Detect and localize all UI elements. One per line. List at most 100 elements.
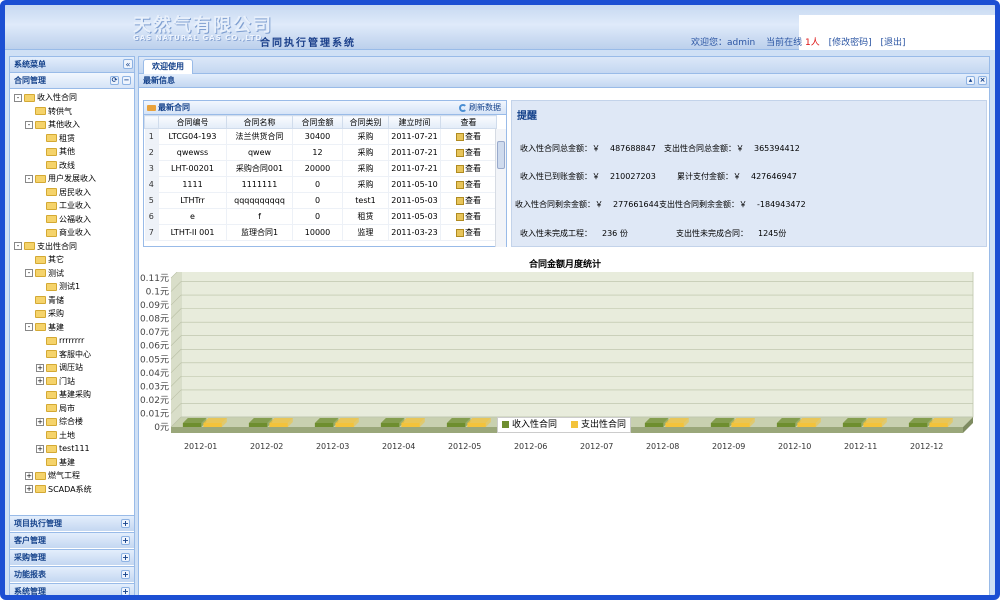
table-cell: f xyxy=(226,208,293,225)
view-link[interactable]: 查看 xyxy=(465,132,481,141)
collapse-sidebar-icon[interactable]: « xyxy=(123,59,133,69)
tree-node[interactable]: - 支出性合同 xyxy=(14,240,134,254)
table-row[interactable]: 5 LTHTrr qqqqqqqqqq 0 test1 2011-05-03 查看 xyxy=(144,192,497,209)
column-header[interactable]: 建立时间 xyxy=(388,115,441,129)
table-cell[interactable]: 查看 xyxy=(440,176,497,193)
expand-node-icon[interactable]: + xyxy=(36,444,44,453)
table-row[interactable]: 7 LTHT-II 001 监理合同1 10000 监理 2011-03-23 查看 xyxy=(144,224,497,241)
tree-node[interactable]: 采购 xyxy=(14,307,134,321)
legend-label[interactable]: 收入性合同 xyxy=(512,420,557,430)
column-header[interactable]: 合同金额 xyxy=(292,115,343,129)
expand-node-icon[interactable]: + xyxy=(36,363,44,372)
collapse-node-icon[interactable]: - xyxy=(25,120,33,129)
view-link[interactable]: 查看 xyxy=(465,180,481,189)
view-link[interactable]: 查看 xyxy=(465,228,481,237)
tree-node[interactable]: 改线 xyxy=(14,159,134,173)
view-link[interactable]: 查看 xyxy=(465,164,481,173)
accordion-item[interactable]: 项目执行管理 + xyxy=(10,515,134,531)
expand-node-icon[interactable]: + xyxy=(25,471,33,480)
tree-node[interactable]: + test111 xyxy=(14,442,134,456)
tree-node[interactable]: 客服中心 xyxy=(14,348,134,362)
expand-node-icon[interactable]: + xyxy=(36,417,44,426)
tree-node[interactable]: 商业收入 xyxy=(14,226,134,240)
logout-link[interactable]: [退出] xyxy=(880,38,905,48)
expand-node-icon[interactable]: + xyxy=(36,377,44,385)
close-icon[interactable]: × xyxy=(978,76,987,85)
tree-node[interactable]: + 门站 xyxy=(14,375,134,389)
scrollbar-thumb[interactable] xyxy=(497,141,505,169)
table-cell[interactable]: 查看 xyxy=(440,128,497,145)
folder-icon xyxy=(35,296,46,304)
reminder-panel: 提醒 收入性合同总金额：￥ 487688847 支出性合同总金额：￥ 36539441… xyxy=(511,100,987,247)
column-header[interactable]: 合同编号 xyxy=(158,115,227,129)
tree-node[interactable]: 工业收入 xyxy=(14,199,134,213)
table-cell[interactable]: 查看 xyxy=(440,224,497,241)
tree-node[interactable]: + 燃气工程 xyxy=(14,469,134,483)
tree-node[interactable]: 土地 xyxy=(14,429,134,443)
folder-icon xyxy=(46,417,57,426)
tree-node[interactable]: 测试1 xyxy=(14,280,134,294)
tree-node[interactable]: 基建采购 xyxy=(14,388,134,402)
tree-node[interactable]: 居民收入 xyxy=(14,186,134,200)
table-cell[interactable]: 查看 xyxy=(440,160,497,177)
view-link[interactable]: 查看 xyxy=(465,212,481,221)
collapse-node-icon[interactable]: - xyxy=(25,174,33,183)
accordion-item[interactable]: 功能报表 + xyxy=(10,566,134,582)
expand-icon[interactable]: + xyxy=(121,587,130,595)
expand-icon[interactable]: + xyxy=(121,570,130,579)
column-header[interactable]: 合同类别 xyxy=(342,115,389,129)
tree-node[interactable]: - 测试 xyxy=(14,267,134,281)
collapse-up-icon[interactable]: ▴ xyxy=(966,76,975,85)
tree-node[interactable]: - 基建 xyxy=(14,321,134,335)
collapse-node-icon[interactable]: - xyxy=(25,323,33,331)
tree-node[interactable]: 租赁 xyxy=(14,132,134,146)
reminder-label: 收入性合同剩余金额：￥ xyxy=(515,200,603,209)
accordion-item[interactable]: 系统管理 + xyxy=(10,583,134,595)
column-header[interactable]: 查看 xyxy=(440,115,497,129)
expand-icon[interactable]: + xyxy=(121,519,130,528)
collapse-node-icon[interactable]: - xyxy=(14,93,22,102)
table-cell: LTHTrr xyxy=(158,192,227,209)
change-password-link[interactable]: [修改密码] xyxy=(829,38,872,48)
table-scrollbar[interactable] xyxy=(495,129,506,247)
tree-node[interactable]: - 收入性合同 xyxy=(14,91,134,105)
tree-node[interactable]: + 调压站 xyxy=(14,361,134,375)
expand-icon[interactable]: + xyxy=(121,553,130,562)
column-header[interactable]: 合同名称 xyxy=(226,115,293,129)
tree-node[interactable]: + SCADA系统 xyxy=(14,483,134,497)
table-row[interactable]: 2 qwewss qwew 12 采购 2011-07-21 查看 xyxy=(144,144,497,161)
reminder-item: 收入性未完成工程： 236 份 xyxy=(520,228,628,239)
tree-node[interactable]: rrrrrrrr xyxy=(14,334,134,348)
table-cell[interactable]: 查看 xyxy=(440,144,497,161)
table-cell[interactable]: 查看 xyxy=(440,208,497,225)
view-link[interactable]: 查看 xyxy=(465,148,481,157)
tree-node[interactable]: 公福收入 xyxy=(14,213,134,227)
tree-node[interactable]: 转供气 xyxy=(14,105,134,119)
accordion-item[interactable]: 客户管理 + xyxy=(10,532,134,548)
view-link[interactable]: 查看 xyxy=(465,196,481,205)
collapse-section-icon[interactable]: − xyxy=(122,76,131,85)
table-cell[interactable]: 查看 xyxy=(440,192,497,209)
tree-node[interactable]: 其他 xyxy=(14,145,134,159)
tree-node[interactable]: 局市 xyxy=(14,402,134,416)
refresh-data-button[interactable]: 刷新数据 xyxy=(459,101,501,115)
tree-node[interactable]: 基建 xyxy=(14,456,134,470)
sidebar-section-header[interactable]: 合同管理 ⟳ − xyxy=(10,73,134,89)
table-row[interactable]: 1 LTCG04-193 法兰供货合同 30400 采购 2011-07-21 查看 xyxy=(144,128,497,145)
collapse-node-icon[interactable]: - xyxy=(14,242,22,250)
tree-node[interactable]: - 用户发展收入 xyxy=(14,172,134,186)
table-row[interactable]: 6 e f 0 租赁 2011-05-03 查看 xyxy=(144,208,497,225)
expand-node-icon[interactable]: + xyxy=(25,485,33,493)
collapse-node-icon[interactable]: - xyxy=(25,269,33,277)
expand-icon[interactable]: + xyxy=(121,536,130,545)
refresh-tree-icon[interactable]: ⟳ xyxy=(110,76,119,85)
tree-node[interactable]: 其它 xyxy=(14,253,134,267)
tab-welcome[interactable]: 欢迎使用 xyxy=(143,59,193,74)
accordion-item[interactable]: 采购管理 + xyxy=(10,549,134,565)
tree-node[interactable]: 青储 xyxy=(14,294,134,308)
tree-node[interactable]: + 综合楼 xyxy=(14,415,134,429)
legend-label[interactable]: 支出性合同 xyxy=(581,420,626,430)
table-row[interactable]: 3 LHT-00201 采购合同001 20000 采购 2011-07-21 查看 xyxy=(144,160,497,177)
table-row[interactable]: 4 1111 1111111 0 采购 2011-05-10 查看 xyxy=(144,176,497,193)
tree-node[interactable]: - 其他收入 xyxy=(14,118,134,132)
